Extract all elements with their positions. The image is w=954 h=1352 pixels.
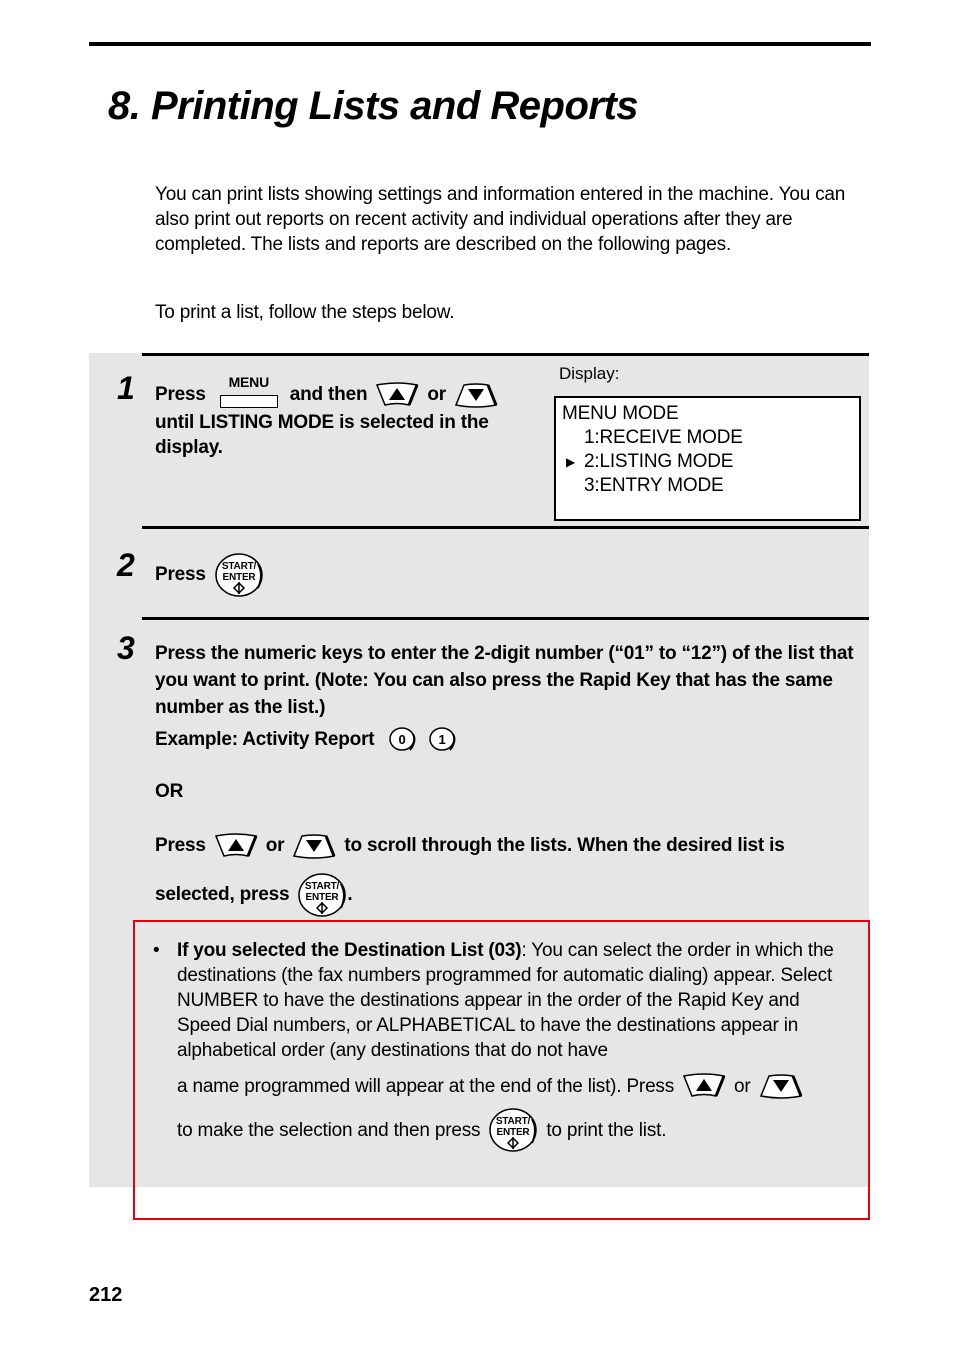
note-final-line: to make the selection and then press STA… [177, 1107, 857, 1153]
note-final-after: to print the list. [546, 1119, 667, 1141]
svg-text:ENTER: ENTER [222, 572, 256, 583]
menu-key-icon: MENU [219, 374, 278, 408]
svg-text:START/: START/ [305, 881, 340, 892]
numeric-key-0-icon: 0 [388, 726, 418, 754]
or-text: or [427, 384, 446, 405]
scroll-text: to scroll through the lists. When the de… [344, 835, 785, 856]
step-3-scroll-instruction: Press or to scroll through the lists. Wh… [155, 833, 785, 859]
display-line-text: 2:LISTING MODE [584, 451, 734, 472]
or-text: or [734, 1075, 751, 1097]
selected-press-text: selected, press [155, 884, 290, 905]
step-3-example: Example: Activity Report 0 1 [155, 726, 458, 754]
step-number: 2 [117, 547, 135, 583]
display-line: 1:RECEIVE MODE [584, 427, 743, 448]
up-arrow-key-icon [375, 382, 419, 408]
step-1-instruction: Press MENU and then or [155, 374, 506, 408]
or-separator: OR [155, 781, 184, 802]
or-text: or [265, 835, 285, 856]
step-number: 1 [117, 370, 135, 406]
step-divider [142, 617, 869, 620]
svg-text:ENTER: ENTER [306, 892, 340, 903]
display-line: 3:ENTRY MODE [584, 475, 724, 496]
intro-instruction: To print a list, follow the steps below. [155, 302, 455, 323]
top-rule [89, 42, 871, 46]
step-3-paragraph: Press the numeric keys to enter the 2-di… [155, 643, 854, 718]
svg-text:1: 1 [439, 732, 446, 747]
start-enter-key-icon: START/ENTER [488, 1107, 538, 1153]
and-then-text: and then [289, 384, 368, 405]
page-title: 8. Printing Lists and Reports [108, 84, 639, 128]
period-text: . [347, 884, 353, 905]
step-number: 3 [117, 630, 135, 666]
svg-text:START/: START/ [222, 561, 257, 572]
bullet: • [153, 940, 160, 961]
destination-list-note: If you selected the Destination List (03… [177, 938, 857, 1153]
example-text: Example: Activity Report [155, 729, 375, 750]
down-arrow-key-icon [292, 833, 336, 859]
menu-key-label: MENU [228, 374, 270, 390]
note-lead: If you selected the Destination List (03… [177, 940, 522, 961]
note-press-text: a name programmed will appear at the end… [177, 1075, 675, 1097]
numeric-key-1-icon: 1 [428, 726, 458, 754]
svg-text:0: 0 [399, 732, 406, 747]
up-arrow-key-icon [214, 833, 258, 859]
press-text: Press [155, 384, 206, 405]
display-line-selected: ▶ 2:LISTING MODE [562, 450, 853, 474]
page-number: 212 [89, 1284, 123, 1306]
step-1-rest: until LISTING MODE is selected in the di… [155, 412, 489, 458]
display-line: MENU MODE [562, 403, 679, 424]
display-label: Display: [559, 364, 620, 383]
press-text: Press [155, 835, 206, 856]
step-divider [142, 353, 869, 356]
step-divider [142, 526, 869, 529]
cursor-arrow-icon: ▶ [566, 455, 576, 469]
step-2-instruction: Press START/ENTER [155, 552, 264, 598]
step-3-selected-instruction: selected, press START/ENTER . [155, 872, 353, 918]
note-press-line: a name programmed will appear at the end… [177, 1073, 857, 1099]
lcd-display: MENU MODE 1:RECEIVE MODE ▶ 2:LISTING MOD… [554, 396, 861, 521]
down-arrow-key-icon [759, 1073, 803, 1099]
start-enter-key-icon: START/ENTER [297, 872, 347, 918]
down-arrow-key-icon [454, 382, 498, 408]
start-enter-key-icon: START/ENTER [214, 552, 264, 598]
note-final-before: to make the selection and then press [177, 1119, 481, 1141]
up-arrow-key-icon [682, 1073, 726, 1099]
svg-text:ENTER: ENTER [497, 1127, 531, 1138]
intro-paragraph: You can print lists showing settings and… [155, 184, 846, 255]
svg-text:START/: START/ [496, 1116, 531, 1127]
press-text: Press [155, 564, 206, 585]
